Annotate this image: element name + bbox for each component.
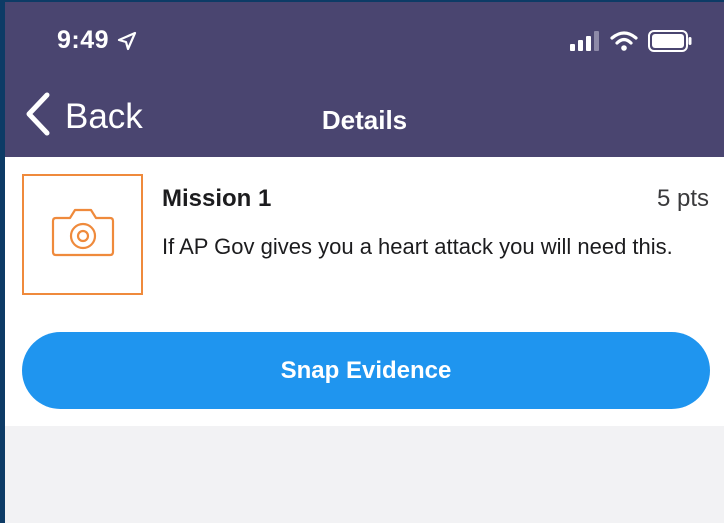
mission-card: Mission 1 5 pts If AP Gov gives you a he… (5, 157, 724, 426)
back-button[interactable]: Back (25, 92, 143, 141)
mission-thumbnail (22, 174, 143, 295)
mission-points: 5 pts (656, 185, 709, 212)
app-screen: 9:49 Back Details Mission 1 5 pts If AP … (5, 2, 724, 523)
mission-title: Mission 1 (162, 185, 272, 212)
mission-description: If AP Gov gives you a heart attack you w… (162, 234, 673, 259)
back-label: Back (65, 96, 143, 136)
navigation-bar: 9:49 Back Details (5, 2, 724, 157)
location-arrow-icon (117, 31, 137, 51)
status-bar-indicators (570, 30, 692, 52)
cellular-signal-icon (570, 31, 600, 51)
wifi-icon (610, 31, 638, 51)
time-label: 9:49 (57, 26, 110, 54)
chevron-left-icon (25, 92, 51, 141)
camera-icon (50, 206, 116, 263)
snap-evidence-button[interactable]: Snap Evidence (22, 332, 710, 409)
status-bar-time: 9:49 (57, 26, 137, 55)
battery-icon (648, 30, 692, 52)
